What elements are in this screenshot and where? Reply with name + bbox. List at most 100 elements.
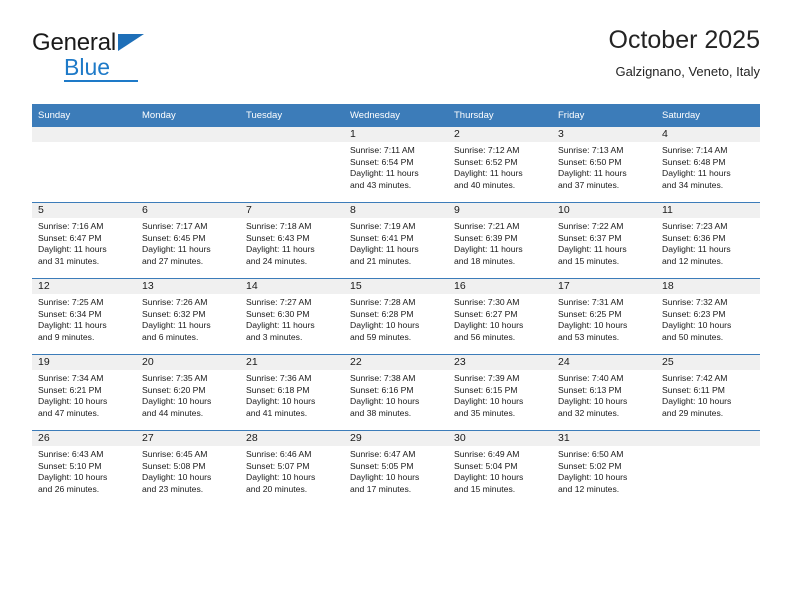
sunset-text: Sunset: 6:50 PM xyxy=(558,156,622,167)
sunset-text: Sunset: 6:30 PM xyxy=(246,308,310,319)
day-number: 13 xyxy=(136,279,240,294)
day-cell[interactable]: 29 Sunrise: 6:47 AM Sunset: 5:05 PM Dayligh… xyxy=(344,430,448,506)
sunset-text: Sunset: 5:10 PM xyxy=(38,460,102,471)
weekday-header-friday: Friday xyxy=(552,104,656,127)
day-cell[interactable]: 23 Sunrise: 7:39 AM Sunset: 6:15 PM Dayligh… xyxy=(448,354,552,431)
daylight-text-line1: Daylight: 10 hours xyxy=(454,396,524,407)
day-cell[interactable]: 25 Sunrise: 7:42 AM Sunset: 6:11 PM Dayligh… xyxy=(656,354,760,431)
daylight-text-line1: Daylight: 10 hours xyxy=(246,396,316,407)
sunrise-text: Sunrise: 7:21 AM xyxy=(454,221,520,231)
daylight-text-line1: Daylight: 11 hours xyxy=(142,320,211,331)
sunset-text: Sunset: 6:36 PM xyxy=(662,232,726,243)
sunset-text: Sunset: 6:34 PM xyxy=(38,308,102,319)
day-cell[interactable]: 14 Sunrise: 7:27 AM Sunset: 6:30 PM Dayligh… xyxy=(240,278,344,355)
page-header: General Blue October 2025 Galzignano, Ve… xyxy=(32,24,760,96)
sunrise-text: Sunrise: 6:50 AM xyxy=(558,449,624,459)
sunset-text: Sunset: 6:23 PM xyxy=(662,308,726,319)
daylight-text-line2: and 15 minutes. xyxy=(454,483,516,494)
sunrise-text: Sunrise: 7:14 AM xyxy=(662,145,728,155)
day-cell[interactable]: 4 Sunrise: 7:14 AM Sunset: 6:48 PM Daylight… xyxy=(656,126,760,203)
day-cell[interactable]: 28 Sunrise: 6:46 AM Sunset: 5:07 PM Dayligh… xyxy=(240,430,344,506)
daylight-text-line1: Daylight: 10 hours xyxy=(142,396,212,407)
sunrise-text: Sunrise: 7:35 AM xyxy=(142,373,208,383)
day-cell[interactable] xyxy=(136,126,240,203)
day-cell[interactable]: 10 Sunrise: 7:22 AM Sunset: 6:37 PM Dayligh… xyxy=(552,202,656,279)
calendar-body: 1 Sunrise: 7:11 AM Sunset: 6:54 PM Daylight… xyxy=(32,126,760,506)
daylight-text-line2: and 59 minutes. xyxy=(350,331,412,342)
sunset-text: Sunset: 5:08 PM xyxy=(142,460,206,471)
daylight-text-line1: Daylight: 11 hours xyxy=(662,168,731,179)
sunrise-text: Sunrise: 7:38 AM xyxy=(350,373,416,383)
day-cell[interactable]: 2 Sunrise: 7:12 AM Sunset: 6:52 PM Daylight… xyxy=(448,126,552,203)
day-cell[interactable]: 21 Sunrise: 7:36 AM Sunset: 6:18 PM Dayligh… xyxy=(240,354,344,431)
sunset-text: Sunset: 6:37 PM xyxy=(558,232,622,243)
sunrise-text: Sunrise: 6:49 AM xyxy=(454,449,520,459)
day-cell[interactable]: 9 Sunrise: 7:21 AM Sunset: 6:39 PM Daylight… xyxy=(448,202,552,279)
daylight-text-line1: Daylight: 10 hours xyxy=(662,320,732,331)
daylight-text-line1: Daylight: 10 hours xyxy=(558,396,628,407)
day-cell[interactable]: 30 Sunrise: 6:49 AM Sunset: 5:04 PM Dayligh… xyxy=(448,430,552,506)
day-number: 23 xyxy=(448,355,552,370)
day-cell[interactable]: 12 Sunrise: 7:25 AM Sunset: 6:34 PM Dayligh… xyxy=(32,278,136,355)
logo-text-blue: Blue xyxy=(64,54,111,80)
daylight-text-line1: Daylight: 11 hours xyxy=(454,168,523,179)
day-cell[interactable]: 1 Sunrise: 7:11 AM Sunset: 6:54 PM Daylight… xyxy=(344,126,448,203)
daylight-text-line1: Daylight: 10 hours xyxy=(558,472,628,483)
day-cell[interactable] xyxy=(32,126,136,203)
daylight-text-line1: Daylight: 11 hours xyxy=(350,168,419,179)
day-cell[interactable]: 22 Sunrise: 7:38 AM Sunset: 6:16 PM Dayligh… xyxy=(344,354,448,431)
sunset-text: Sunset: 6:48 PM xyxy=(662,156,726,167)
daylight-text-line2: and 29 minutes. xyxy=(662,407,724,418)
sunrise-text: Sunrise: 7:34 AM xyxy=(38,373,104,383)
sunset-text: Sunset: 6:11 PM xyxy=(662,384,725,395)
day-cell[interactable]: 8 Sunrise: 7:19 AM Sunset: 6:41 PM Daylight… xyxy=(344,202,448,279)
day-cell[interactable] xyxy=(656,430,760,506)
day-cell[interactable]: 18 Sunrise: 7:32 AM Sunset: 6:23 PM Dayligh… xyxy=(656,278,760,355)
daylight-text-line1: Daylight: 10 hours xyxy=(350,472,420,483)
daylight-text-line1: Daylight: 10 hours xyxy=(454,320,524,331)
daylight-text-line1: Daylight: 10 hours xyxy=(38,396,108,407)
day-cell[interactable]: 16 Sunrise: 7:30 AM Sunset: 6:27 PM Dayligh… xyxy=(448,278,552,355)
day-cell[interactable]: 5 Sunrise: 7:16 AM Sunset: 6:47 PM Daylight… xyxy=(32,202,136,279)
day-cell[interactable]: 20 Sunrise: 7:35 AM Sunset: 6:20 PM Dayligh… xyxy=(136,354,240,431)
daylight-text-line1: Daylight: 11 hours xyxy=(662,244,731,255)
daylight-text-line2: and 35 minutes. xyxy=(454,407,516,418)
page-subtitle: Galzignano, Veneto, Italy xyxy=(615,64,760,79)
logo-text-general: General xyxy=(32,29,116,56)
daylight-text-line2: and 12 minutes. xyxy=(558,483,620,494)
weekday-header-tuesday: Tuesday xyxy=(240,104,344,127)
calendar-week-row: 5 Sunrise: 7:16 AM Sunset: 6:47 PM Daylight… xyxy=(32,202,760,279)
weekday-header-sunday: Sunday xyxy=(32,104,136,127)
sunrise-text: Sunrise: 7:36 AM xyxy=(246,373,312,383)
sunset-text: Sunset: 5:05 PM xyxy=(350,460,414,471)
sunset-text: Sunset: 6:20 PM xyxy=(142,384,206,395)
day-cell[interactable]: 6 Sunrise: 7:17 AM Sunset: 6:45 PM Daylight… xyxy=(136,202,240,279)
day-cell[interactable]: 24 Sunrise: 7:40 AM Sunset: 6:13 PM Dayligh… xyxy=(552,354,656,431)
sunrise-text: Sunrise: 7:31 AM xyxy=(558,297,624,307)
title-block: October 2025 Galzignano, Veneto, Italy xyxy=(609,24,761,82)
calendar-header-row: Sunday Monday Tuesday Wednesday Thursday… xyxy=(32,104,760,127)
sunrise-text: Sunrise: 7:30 AM xyxy=(454,297,520,307)
day-cell[interactable]: 15 Sunrise: 7:28 AM Sunset: 6:28 PM Dayligh… xyxy=(344,278,448,355)
day-cell[interactable]: 3 Sunrise: 7:13 AM Sunset: 6:50 PM Daylight… xyxy=(552,126,656,203)
day-number: 8 xyxy=(344,203,448,218)
day-cell[interactable]: 26 Sunrise: 6:43 AM Sunset: 5:10 PM Dayligh… xyxy=(32,430,136,506)
day-cell[interactable]: 7 Sunrise: 7:18 AM Sunset: 6:43 PM Daylight… xyxy=(240,202,344,279)
day-cell[interactable]: 13 Sunrise: 7:26 AM Sunset: 6:32 PM Dayligh… xyxy=(136,278,240,355)
daylight-text-line1: Daylight: 11 hours xyxy=(38,320,107,331)
day-cell[interactable]: 31 Sunrise: 6:50 AM Sunset: 5:02 PM Dayligh… xyxy=(552,430,656,506)
sunrise-text: Sunrise: 7:25 AM xyxy=(38,297,104,307)
day-cell[interactable] xyxy=(240,126,344,203)
day-number: 15 xyxy=(344,279,448,294)
day-cell[interactable]: 11 Sunrise: 7:23 AM Sunset: 6:36 PM Dayligh… xyxy=(656,202,760,279)
day-number: 2 xyxy=(448,127,552,142)
daylight-text-line2: and 20 minutes. xyxy=(246,483,308,494)
day-number: 29 xyxy=(344,431,448,446)
day-cell[interactable]: 17 Sunrise: 7:31 AM Sunset: 6:25 PM Dayligh… xyxy=(552,278,656,355)
daylight-text-line2: and 44 minutes. xyxy=(142,407,204,418)
day-cell[interactable]: 27 Sunrise: 6:45 AM Sunset: 5:08 PM Dayligh… xyxy=(136,430,240,506)
day-cell[interactable]: 19 Sunrise: 7:34 AM Sunset: 6:21 PM Dayligh… xyxy=(32,354,136,431)
sunrise-text: Sunrise: 6:43 AM xyxy=(38,449,104,459)
daylight-text-line1: Daylight: 10 hours xyxy=(350,320,420,331)
daylight-text-line1: Daylight: 10 hours xyxy=(38,472,108,483)
